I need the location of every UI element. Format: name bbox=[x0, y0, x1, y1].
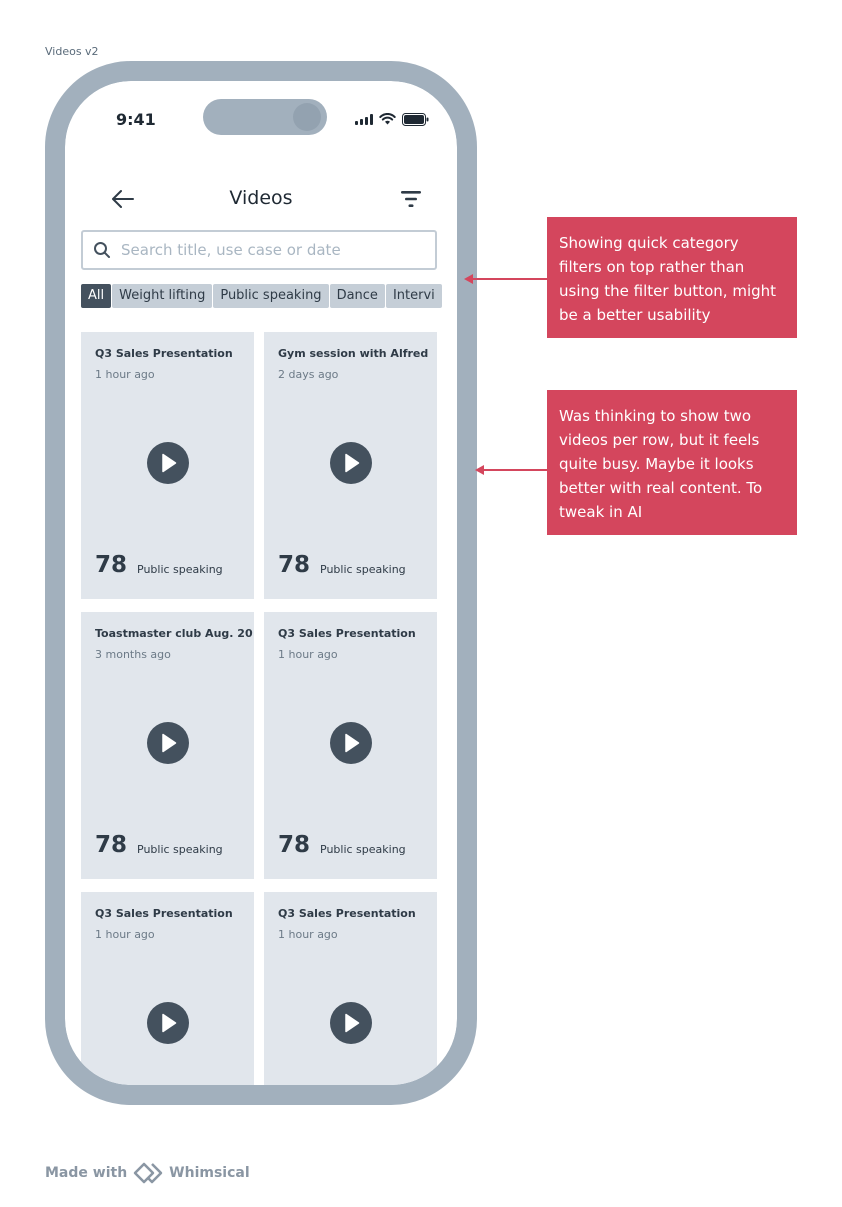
chip-interview[interactable]: Intervi bbox=[385, 284, 442, 308]
video-category: Public speaking bbox=[320, 843, 406, 856]
dynamic-island bbox=[203, 99, 327, 135]
play-icon bbox=[345, 733, 360, 753]
phone-screen: 9:41 Videos Search title, use case or da… bbox=[65, 81, 457, 1085]
made-with-label: Made with bbox=[45, 1165, 128, 1181]
whimsical-brand: Whimsical bbox=[169, 1165, 250, 1181]
chip-all[interactable]: All bbox=[81, 284, 112, 308]
wifi-icon bbox=[379, 113, 396, 125]
status-time: 9:41 bbox=[116, 110, 156, 129]
battery-icon bbox=[402, 112, 429, 126]
annotation-arrow-layout bbox=[475, 465, 548, 475]
made-with-whimsical[interactable]: Made with Whimsical bbox=[45, 1162, 250, 1184]
video-card[interactable]: Toastmaster club Aug. 20 3 months ago 78… bbox=[81, 612, 254, 879]
play-button[interactable] bbox=[330, 722, 372, 764]
camera-icon bbox=[293, 103, 321, 131]
video-title: Q3 Sales Presentation bbox=[278, 907, 416, 920]
video-card[interactable]: Gym session with Alfred 2 days ago 78 Pu… bbox=[264, 332, 437, 599]
play-icon bbox=[162, 1013, 177, 1033]
video-score: 78 bbox=[278, 832, 311, 858]
video-card[interactable]: Q3 Sales Presentation 1 hour ago 78 Publ… bbox=[81, 332, 254, 599]
video-title: Q3 Sales Presentation bbox=[278, 627, 416, 640]
video-title: Gym session with Alfred bbox=[278, 347, 429, 360]
video-time: 1 hour ago bbox=[95, 368, 155, 381]
video-category: Public speaking bbox=[137, 843, 223, 856]
video-card[interactable]: Q3 Sales Presentation 1 hour ago 78 Publ… bbox=[264, 612, 437, 879]
phone-frame: 9:41 Videos Search title, use case or da… bbox=[45, 61, 477, 1105]
search-icon bbox=[94, 242, 110, 258]
chip-weight-lifting[interactable]: Weight lifting bbox=[112, 284, 213, 308]
video-category: Public speaking bbox=[137, 563, 223, 576]
status-icons bbox=[355, 112, 429, 126]
play-button[interactable] bbox=[147, 1002, 189, 1044]
whimsical-logo-icon bbox=[133, 1162, 163, 1184]
video-title: Q3 Sales Presentation bbox=[95, 907, 233, 920]
video-time: 1 hour ago bbox=[278, 648, 338, 661]
video-card[interactable]: Q3 Sales Presentation 1 hour ago bbox=[81, 892, 254, 1085]
filter-icon[interactable] bbox=[397, 185, 425, 213]
play-button[interactable] bbox=[147, 442, 189, 484]
app-header: Videos bbox=[65, 177, 457, 221]
video-title: Toastmaster club Aug. 20 bbox=[95, 627, 253, 640]
video-time: 1 hour ago bbox=[95, 928, 155, 941]
annotation-note-filters: Showing quick category filters on top ra… bbox=[547, 217, 797, 338]
annotation-note-layout: Was thinking to show two videos per row,… bbox=[547, 390, 797, 535]
video-card[interactable]: Q3 Sales Presentation 1 hour ago bbox=[264, 892, 437, 1085]
video-score: 78 bbox=[95, 832, 128, 858]
search-field[interactable] bbox=[81, 230, 437, 270]
play-icon bbox=[162, 453, 177, 473]
play-button[interactable] bbox=[330, 442, 372, 484]
play-icon bbox=[345, 1013, 360, 1033]
signal-icon bbox=[355, 113, 373, 125]
chip-public-speaking[interactable]: Public speaking bbox=[213, 284, 329, 308]
frame-label: Videos v2 bbox=[45, 45, 99, 58]
video-time: 3 months ago bbox=[95, 648, 171, 661]
play-button[interactable] bbox=[147, 722, 189, 764]
video-time: 2 days ago bbox=[278, 368, 339, 381]
category-filter-chips: All Weight lifting Public speaking Dance Int… bbox=[81, 284, 457, 310]
video-time: 1 hour ago bbox=[278, 928, 338, 941]
search-input[interactable] bbox=[121, 238, 421, 262]
play-button[interactable] bbox=[330, 1002, 372, 1044]
video-score: 78 bbox=[278, 552, 311, 578]
video-title: Q3 Sales Presentation bbox=[95, 347, 233, 360]
chip-dance[interactable]: Dance bbox=[329, 284, 385, 308]
play-icon bbox=[162, 733, 177, 753]
video-category: Public speaking bbox=[320, 563, 406, 576]
annotation-arrow-filters bbox=[464, 274, 548, 284]
play-icon bbox=[345, 453, 360, 473]
video-score: 78 bbox=[95, 552, 128, 578]
